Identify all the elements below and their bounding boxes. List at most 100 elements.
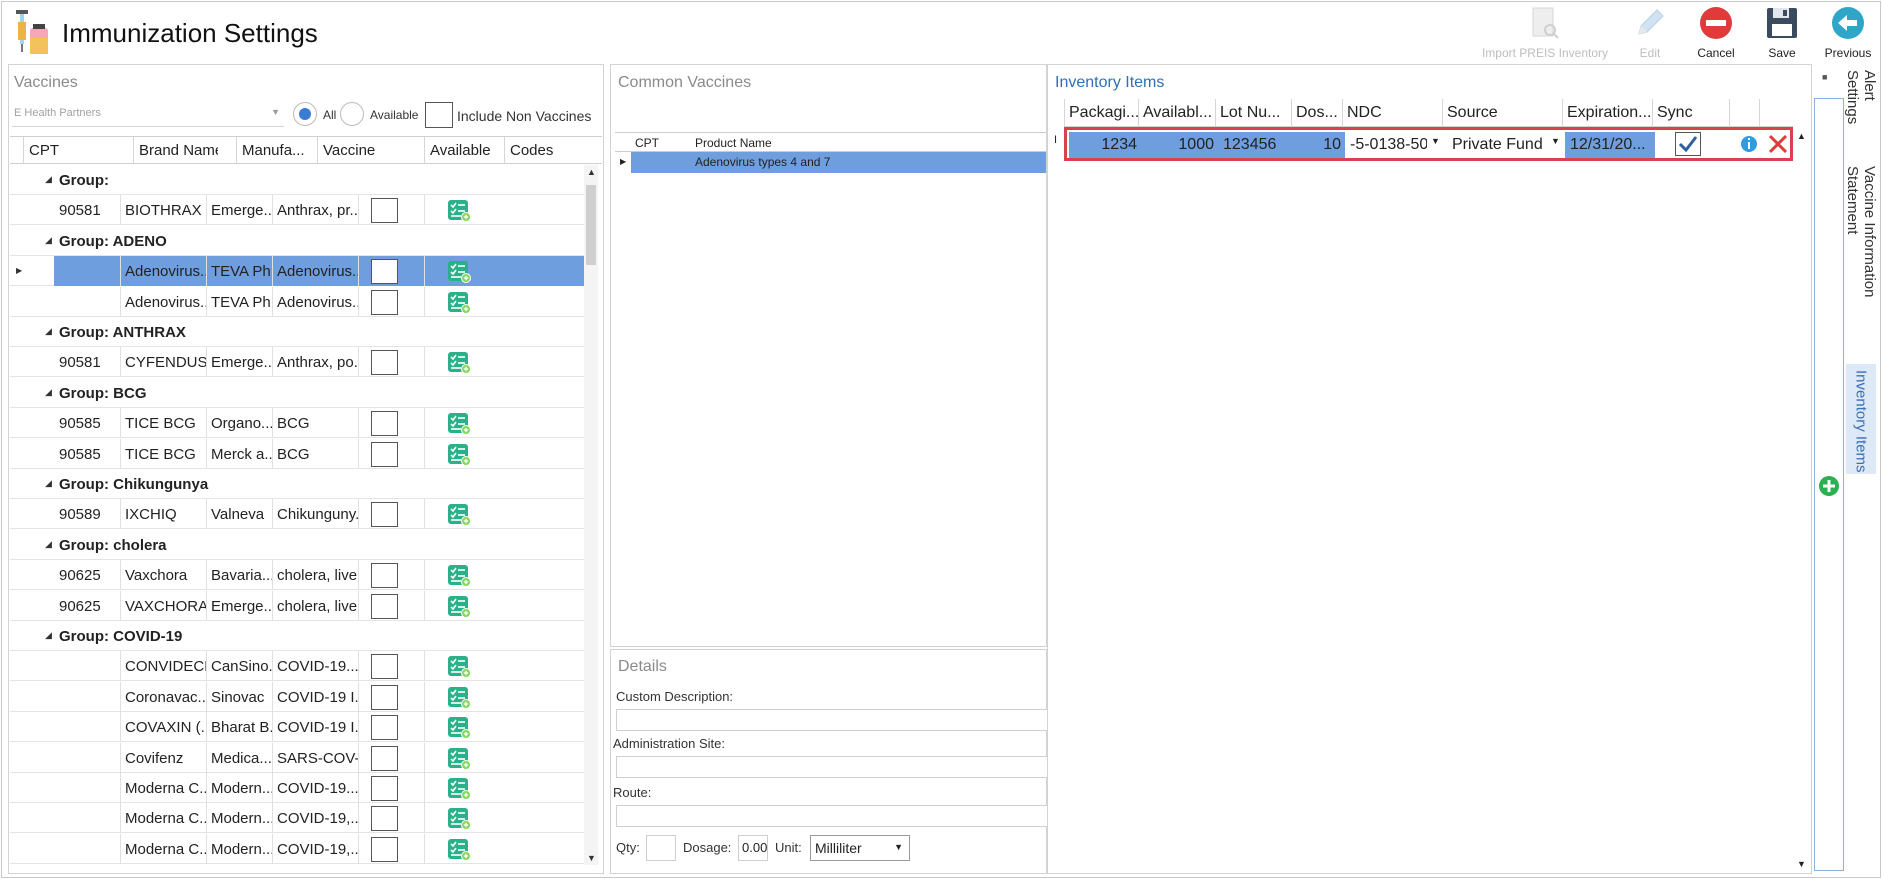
inv-doses[interactable]: 10 [1294, 129, 1345, 159]
col-codes[interactable]: Codes [504, 137, 584, 164]
add-circle-icon[interactable] [1818, 475, 1840, 497]
inv-expiration[interactable]: 12/31/20... [1565, 129, 1655, 159]
codes-checklist-icon[interactable] [447, 595, 471, 618]
col-ndc[interactable]: NDC [1342, 99, 1442, 127]
save-button[interactable]: Save [1758, 4, 1806, 60]
codes-checklist-icon[interactable] [447, 443, 471, 466]
table-row[interactable]: CONVIDECI... CanSino... COVID-19... [10, 651, 586, 682]
group-row[interactable]: ◢ Group: ANTHRAX [10, 317, 586, 347]
tab-inventory-items[interactable]: Inventory Items [1846, 364, 1876, 474]
inv-ndc[interactable]: -5-0138-50 [1345, 129, 1427, 159]
edit-button[interactable]: Edit [1626, 4, 1674, 60]
filter-all-radio[interactable] [293, 102, 317, 126]
ndc-dropdown-chevron-icon[interactable]: ▼ [1431, 136, 1440, 146]
common-col-product-name[interactable]: Product Name [695, 136, 772, 150]
inv-lot-number[interactable]: 123456 [1218, 129, 1294, 159]
table-row[interactable]: Moderna C... Modern... COVID-19... [10, 773, 586, 803]
tab-vaccine-information-statement[interactable]: Vaccine Information Statement [1844, 160, 1878, 360]
available-checkbox[interactable] [371, 776, 398, 801]
filter-available-radio[interactable] [340, 102, 364, 126]
table-row[interactable]: 90625 Vaxchora Bavaria... cholera, live... [10, 560, 586, 591]
codes-checklist-icon[interactable] [447, 564, 471, 588]
table-row[interactable]: COVAXIN (... Bharat B... COVID-19 I... [10, 712, 586, 743]
col-available[interactable]: Available [424, 137, 504, 164]
table-row[interactable]: Covifenz Medica... SARS-COV-... [10, 742, 586, 773]
collapse-triangle-icon[interactable]: ◢ [45, 326, 52, 337]
col-lot-number[interactable]: Lot Nu... [1215, 99, 1291, 127]
group-row[interactable]: ◢ Group: [10, 165, 586, 195]
collapse-triangle-icon[interactable]: ◢ [45, 174, 52, 185]
codes-checklist-icon[interactable] [447, 686, 471, 709]
col-source[interactable]: Source [1442, 99, 1562, 127]
available-checkbox[interactable] [371, 502, 398, 528]
table-row[interactable]: Adenovirus... TEVA Ph... Adenovirus... [10, 286, 586, 317]
collapse-triangle-icon[interactable]: ◢ [45, 387, 52, 398]
available-checkbox[interactable] [371, 654, 398, 680]
inv-packaging[interactable]: 1234 [1067, 129, 1141, 159]
collapse-triangle-icon[interactable]: ◢ [45, 478, 52, 489]
scroll-up-icon[interactable]: ▲ [1797, 131, 1806, 141]
available-checkbox[interactable] [371, 745, 398, 771]
collapse-triangle-icon[interactable]: ◢ [45, 235, 52, 246]
table-row[interactable]: Moderna C... Modern... COVID-19,... [10, 833, 586, 864]
group-row[interactable]: ◢ Group: Chikungunya [10, 469, 586, 499]
table-row[interactable]: 90581 CYFENDUS Emerge... Anthrax, po... [10, 347, 586, 378]
codes-checklist-icon[interactable] [447, 199, 471, 223]
import-preis-button[interactable]: Import PREIS Inventory [1482, 4, 1608, 60]
codes-checklist-icon[interactable] [447, 716, 471, 740]
delete-icon[interactable] [1767, 133, 1789, 155]
dosage-input[interactable]: 0.00 [738, 835, 768, 861]
common-row[interactable]: ▶ Adenovirus types 4 and 7 [615, 152, 1046, 173]
info-icon[interactable] [1739, 134, 1759, 154]
table-row[interactable]: Moderna C... Modern... COVID-19,... [10, 803, 586, 834]
codes-checklist-icon[interactable] [447, 412, 471, 436]
scrollbar-thumb[interactable] [586, 185, 596, 265]
group-row[interactable]: ◢ Group: COVID-19 [10, 621, 586, 651]
collapse-triangle-icon[interactable]: ◢ [45, 630, 52, 641]
col-available-qty[interactable]: Availabl... [1138, 99, 1215, 127]
available-checkbox[interactable] [371, 198, 398, 224]
codes-checklist-icon[interactable] [447, 351, 471, 375]
table-row[interactable]: 90589 IXCHIQ Valneva Chikunguny... [10, 499, 586, 530]
col-cpt[interactable]: CPT [23, 137, 113, 164]
source-dropdown-chevron-icon[interactable]: ▼ [1551, 136, 1560, 146]
practice-combobox[interactable]: E Health Partners ▼ [12, 101, 284, 127]
col-doses[interactable]: Dos... [1291, 99, 1342, 127]
col-brand-name[interactable]: Brand Name [133, 137, 218, 164]
qty-input[interactable] [646, 835, 676, 861]
previous-button[interactable]: Previous [1824, 4, 1872, 60]
codes-checklist-icon[interactable] [447, 291, 471, 314]
table-row[interactable]: 90585 TICE BCG Merck a... BCG [10, 438, 586, 469]
available-checkbox[interactable] [371, 289, 398, 315]
available-checkbox[interactable] [371, 441, 398, 467]
group-row[interactable]: ◢ Group: cholera [10, 530, 586, 560]
administration-site-input[interactable] [616, 756, 1048, 778]
inv-available[interactable]: 1000 [1141, 129, 1218, 159]
vaccines-scrollbar[interactable]: ▲ ▼ [584, 165, 598, 865]
inventory-row[interactable]: 1234 1000 123456 10 -5-0138-50 ▼ Private… [1064, 127, 1793, 161]
inv-source[interactable]: Private Fund [1447, 129, 1547, 159]
codes-checklist-icon[interactable] [447, 838, 471, 861]
sync-checkbox[interactable] [1675, 132, 1701, 156]
unit-select[interactable]: Milliliter ▼ [810, 835, 910, 861]
available-checkbox[interactable] [371, 350, 398, 376]
available-checkbox[interactable] [371, 836, 398, 862]
codes-checklist-icon[interactable] [447, 777, 471, 800]
table-row[interactable]: 90581 BIOTHRAX Emerge... Anthrax, pr... [10, 195, 586, 226]
available-checkbox[interactable] [371, 715, 398, 741]
scroll-down-icon[interactable]: ▼ [587, 853, 596, 863]
cancel-button[interactable]: Cancel [1692, 4, 1740, 60]
available-checkbox[interactable] [371, 593, 398, 619]
available-checkbox[interactable] [371, 259, 398, 285]
group-row[interactable]: ◢ Group: BCG [10, 378, 586, 408]
group-row[interactable]: ◢ Group: ADENO [10, 226, 586, 256]
route-input[interactable] [616, 805, 1048, 827]
col-packaging[interactable]: Packagi... [1064, 99, 1138, 127]
available-checkbox[interactable] [371, 684, 398, 710]
available-checkbox[interactable] [371, 563, 398, 589]
available-checkbox[interactable] [371, 411, 398, 437]
codes-checklist-icon[interactable] [447, 807, 471, 831]
common-col-cpt[interactable]: CPT [635, 136, 659, 150]
codes-checklist-icon[interactable] [447, 655, 471, 679]
col-sync[interactable]: Sync [1652, 99, 1729, 127]
